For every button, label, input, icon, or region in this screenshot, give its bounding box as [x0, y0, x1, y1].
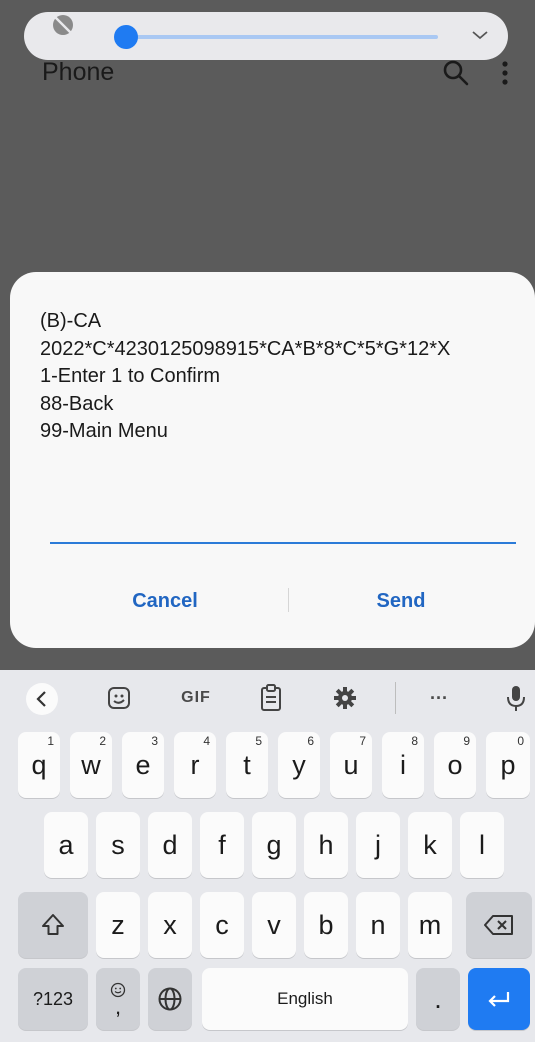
key-number: 9	[463, 734, 470, 748]
message-line: 2022*C*4230125098915*CA*B*8*C*5*G*12*X	[40, 337, 451, 360]
symbols-key[interactable]: ?123	[18, 968, 88, 1030]
key-d[interactable]: d	[148, 812, 192, 878]
key-x[interactable]: x	[148, 892, 192, 958]
language-key[interactable]	[148, 968, 192, 1030]
dialog-message: (B)-CA 2022*C*4230125098915*CA*B*8*C*5*G…	[40, 308, 520, 446]
send-button[interactable]: Send	[326, 584, 476, 618]
reply-input-underline	[50, 542, 516, 544]
key-q[interactable]: q1	[18, 732, 60, 798]
key-letter: e	[135, 749, 151, 780]
sticker-icon[interactable]	[104, 684, 134, 712]
key-number: 4	[203, 734, 210, 748]
message-line: 88-Back	[40, 392, 114, 415]
key-letter: q	[31, 749, 47, 780]
chevron-left-icon[interactable]	[26, 683, 58, 715]
message-line: 99-Main Menu	[40, 420, 168, 442]
key-g[interactable]: g	[252, 812, 296, 878]
key-b[interactable]: b	[304, 892, 348, 958]
key-letter: r	[190, 749, 200, 780]
key-a[interactable]: a	[44, 812, 88, 878]
comma-label: ,	[114, 994, 122, 1019]
clipboard-icon[interactable]	[256, 684, 286, 712]
key-letter: p	[500, 749, 516, 780]
key-m[interactable]: m	[408, 892, 452, 958]
search-icon[interactable]	[443, 60, 469, 86]
enter-key[interactable]	[468, 968, 530, 1030]
key-k[interactable]: k	[408, 812, 452, 878]
gif-button[interactable]: GIF	[176, 684, 216, 712]
chevron-down-icon[interactable]	[470, 28, 490, 42]
enter-icon	[488, 992, 510, 1007]
key-u[interactable]: u7	[330, 732, 372, 798]
key-p[interactable]: p0	[486, 732, 530, 798]
space-key[interactable]: English	[202, 968, 408, 1030]
emoji-comma-key[interactable]: ,	[96, 968, 140, 1030]
key-number: 5	[255, 734, 262, 748]
key-s[interactable]: s	[96, 812, 140, 878]
volume-slider-thumb[interactable]	[114, 25, 138, 49]
backspace-icon	[484, 915, 513, 935]
key-z[interactable]: z	[96, 892, 140, 958]
key-letter: o	[447, 749, 463, 780]
key-n[interactable]: n	[356, 892, 400, 958]
reply-input[interactable]	[50, 505, 516, 541]
key-c[interactable]: c	[200, 892, 244, 958]
key-letter: i	[400, 749, 406, 780]
key-v[interactable]: v	[252, 892, 296, 958]
key-number: 1	[47, 734, 54, 748]
key-number: 8	[411, 734, 418, 748]
globe-icon	[158, 987, 182, 1011]
key-number: 0	[517, 734, 524, 748]
key-letter: u	[343, 749, 359, 780]
shift-icon	[42, 914, 64, 935]
muted-icon[interactable]	[50, 12, 76, 38]
key-o[interactable]: o9	[434, 732, 476, 798]
key-number: 7	[359, 734, 366, 748]
gear-icon[interactable]	[330, 684, 360, 712]
key-l[interactable]: l	[460, 812, 504, 878]
message-line: (B)-CA	[40, 310, 102, 332]
more-options-icon[interactable]	[498, 60, 512, 86]
period-key[interactable]: .	[416, 968, 460, 1030]
key-i[interactable]: i8	[382, 732, 424, 798]
key-j[interactable]: j	[356, 812, 400, 878]
key-number: 3	[151, 734, 158, 748]
key-letter: y	[292, 749, 306, 780]
key-number: 2	[99, 734, 106, 748]
toolbar-divider	[395, 682, 396, 714]
cancel-button[interactable]: Cancel	[90, 584, 240, 618]
key-letter: t	[243, 749, 251, 780]
key-e[interactable]: e3	[122, 732, 164, 798]
more-icon[interactable]: ···	[424, 684, 454, 712]
key-t[interactable]: t5	[226, 732, 268, 798]
key-h[interactable]: h	[304, 812, 348, 878]
key-letter: w	[81, 749, 101, 780]
microphone-icon[interactable]	[504, 684, 528, 712]
shift-key[interactable]	[18, 892, 88, 958]
key-y[interactable]: y6	[278, 732, 320, 798]
key-w[interactable]: w2	[70, 732, 112, 798]
key-number: 6	[307, 734, 314, 748]
backspace-key[interactable]	[466, 892, 532, 958]
key-r[interactable]: r4	[174, 732, 216, 798]
key-f[interactable]: f	[200, 812, 244, 878]
message-line: 1-Enter 1 to Confirm	[40, 365, 221, 387]
app-title: Phone	[42, 58, 115, 86]
volume-slider-track[interactable]	[126, 35, 438, 39]
button-divider	[288, 588, 289, 612]
